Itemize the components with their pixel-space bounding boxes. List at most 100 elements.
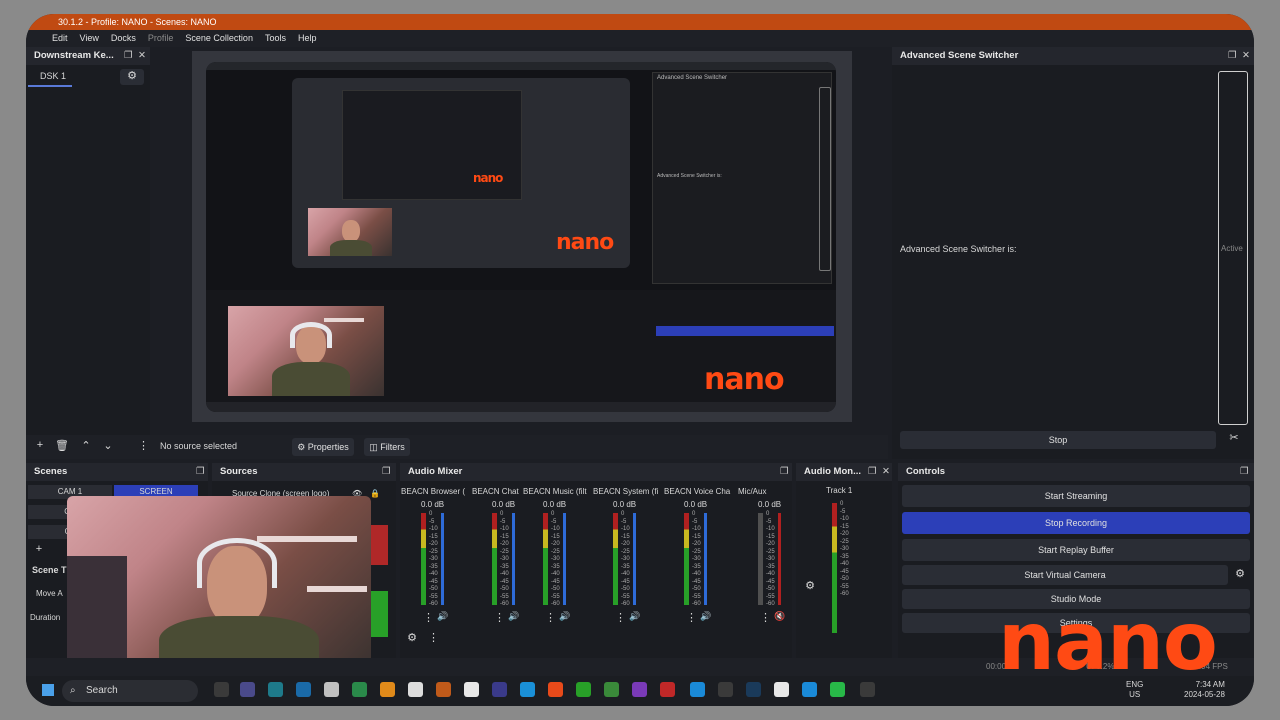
channel-menu-icon[interactable]: ⋮	[494, 611, 505, 624]
float-icon[interactable]: ❐	[868, 463, 877, 481]
stop-button[interactable]: Stop	[900, 431, 1216, 449]
obs-window: 30.1.2 - Profile: NANO - Scenes: NANO Ed…	[26, 14, 1254, 706]
preview-canvas[interactable]: nano nano Advanced Scene Switcher Advanc…	[192, 51, 852, 422]
tools-icon[interactable]: ✂	[1222, 431, 1246, 449]
channel-menu-icon[interactable]: ⋮	[545, 611, 556, 624]
taskbar-app-icon[interactable]	[632, 682, 647, 697]
taskbar-app-icon[interactable]	[214, 682, 229, 697]
menu-tools[interactable]: Tools	[265, 30, 286, 47]
taskbar-app-icon[interactable]	[576, 682, 591, 697]
volume-fader[interactable]	[778, 513, 781, 605]
speaker-icon[interactable]: 🔊	[508, 611, 519, 622]
taskbar-app-icon[interactable]	[746, 682, 761, 697]
monitor-scale: 0 -5 -10 -15 -20 -25 -30 -35 -40 -45 -50 -55 -60	[840, 501, 849, 597]
language-indicator[interactable]: ENG US	[1126, 680, 1143, 700]
taskbar-app-icon[interactable]	[604, 682, 619, 697]
more-icon[interactable]: ⋮	[138, 439, 149, 455]
float-icon[interactable]: ❐	[382, 463, 391, 481]
channel-menu-icon[interactable]: ⋮	[423, 611, 434, 624]
windows-start-icon[interactable]	[42, 684, 54, 696]
volume-fader[interactable]	[704, 513, 707, 605]
controls-title: Controls ❐	[898, 463, 1254, 481]
taskbar-app-icon[interactable]	[660, 682, 675, 697]
taskbar-app-icon[interactable]	[690, 682, 705, 697]
start-virtual-camera-button[interactable]: Start Virtual Camera	[902, 565, 1228, 585]
gear-icon[interactable]: ⚙	[120, 69, 144, 85]
chevron-up-icon[interactable]: ⌃	[78, 439, 94, 455]
float-icon[interactable]: ❐	[124, 47, 133, 65]
nested-preview-deep: nano	[342, 90, 522, 200]
start-streaming-button[interactable]: Start Streaming	[902, 485, 1250, 507]
no-source-label: No source selected	[160, 441, 238, 451]
channel-db: 0.0 dB	[492, 500, 516, 509]
taskbar-app-icon[interactable]	[268, 682, 283, 697]
menu-scene-collection[interactable]: Scene Collection	[185, 30, 253, 47]
stop-recording-button[interactable]: Stop Recording	[902, 512, 1250, 534]
start-replay-button[interactable]: Start Replay Buffer	[902, 539, 1250, 561]
channel-db: 0.0 dB	[684, 500, 708, 509]
volume-fader[interactable]	[633, 513, 636, 605]
menu-profile[interactable]: Profile	[148, 30, 174, 47]
tab-dsk1[interactable]: DSK 1	[28, 67, 72, 87]
taskbar-app-icon[interactable]	[464, 682, 479, 697]
close-icon[interactable]: ✕	[1242, 47, 1250, 65]
taskbar-app-icon[interactable]	[548, 682, 563, 697]
nested-webcam-2	[308, 208, 392, 256]
taskbar-app-icon[interactable]	[718, 682, 733, 697]
taskbar-search[interactable]: ⌕ Search	[62, 680, 198, 702]
taskbar-app-icon[interactable]	[802, 682, 817, 697]
audio-monitor-panel: Track 1 ⚙ 0 -5 -10 -15 -20 -25 -30 -35 -40 -45 -50…	[796, 481, 892, 658]
taskbar-app-icon[interactable]	[296, 682, 311, 697]
nested-switcher: Advanced Scene Switcher Advanced Scene S…	[652, 72, 832, 284]
float-icon[interactable]: ❐	[1240, 463, 1249, 481]
menu-view[interactable]: View	[80, 30, 99, 47]
speaker-icon[interactable]: 🔊	[629, 611, 640, 622]
trash-icon[interactable]: 🗑	[54, 439, 70, 455]
add-icon[interactable]: +	[32, 439, 48, 455]
close-icon[interactable]: ✕	[138, 47, 146, 65]
scenes-title: Scenes ❐	[26, 463, 208, 481]
float-icon[interactable]: ❐	[196, 463, 205, 481]
lock-icon[interactable]: 🔒	[370, 487, 380, 501]
gear-icon[interactable]: ⚙	[802, 579, 818, 595]
filters-button[interactable]: ◫ Filters	[364, 438, 410, 456]
taskbar-app-icon[interactable]	[240, 682, 255, 697]
volume-fader[interactable]	[512, 513, 515, 605]
volume-fader[interactable]	[441, 513, 444, 605]
gear-icon[interactable]: ⚙	[1232, 567, 1248, 583]
speaker-icon[interactable]: 🔊	[700, 611, 711, 622]
taskbar-app-icon[interactable]	[774, 682, 789, 697]
taskbar-app-icon[interactable]	[408, 682, 423, 697]
taskbar-app-icon[interactable]	[860, 682, 875, 697]
chevron-down-icon[interactable]: ⌄	[100, 439, 116, 455]
taskbar-clock[interactable]: 7:34 AM 2024-05-28	[1184, 680, 1225, 700]
channel-menu-icon[interactable]: ⋮	[615, 611, 626, 624]
taskbar-app-icon[interactable]	[492, 682, 507, 697]
add-scene-icon[interactable]: +	[32, 543, 46, 557]
track-label: Track 1	[826, 486, 853, 495]
channel-menu-icon[interactable]: ⋮	[760, 611, 771, 624]
taskbar-app-icon[interactable]	[520, 682, 535, 697]
menu-edit[interactable]: Edit	[52, 30, 68, 47]
taskbar-app-icon[interactable]	[380, 682, 395, 697]
float-icon[interactable]: ❐	[1228, 47, 1237, 65]
taskbar-app-icon[interactable]	[436, 682, 451, 697]
nested-logo-1: nano	[704, 362, 785, 397]
volume-fader[interactable]	[563, 513, 566, 605]
menu-help[interactable]: Help	[298, 30, 317, 47]
taskbar-app-icon[interactable]	[830, 682, 845, 697]
taskbar-app-icon[interactable]	[352, 682, 367, 697]
properties-button[interactable]: ⚙ Properties	[292, 438, 354, 456]
channel-db: 0.0 dB	[758, 500, 782, 509]
taskbar-app-icon[interactable]	[324, 682, 339, 697]
float-icon[interactable]: ❐	[780, 463, 789, 481]
close-icon[interactable]: ✕	[882, 463, 890, 481]
speaker-icon[interactable]: 🔊	[559, 611, 570, 622]
menu-docks[interactable]: Docks	[111, 30, 136, 47]
channel-meter	[613, 513, 618, 605]
speaker-icon[interactable]: 🔊	[437, 611, 448, 622]
channel-scale: 0 -5 -10 -15 -20 -25 -30 -35 -40 -45 -50 -55 -60	[621, 511, 630, 607]
channel-menu-icon[interactable]: ⋮	[686, 611, 697, 624]
speaker-icon[interactable]: 🔇	[774, 611, 785, 622]
transition-move[interactable]: Move A	[36, 589, 63, 598]
